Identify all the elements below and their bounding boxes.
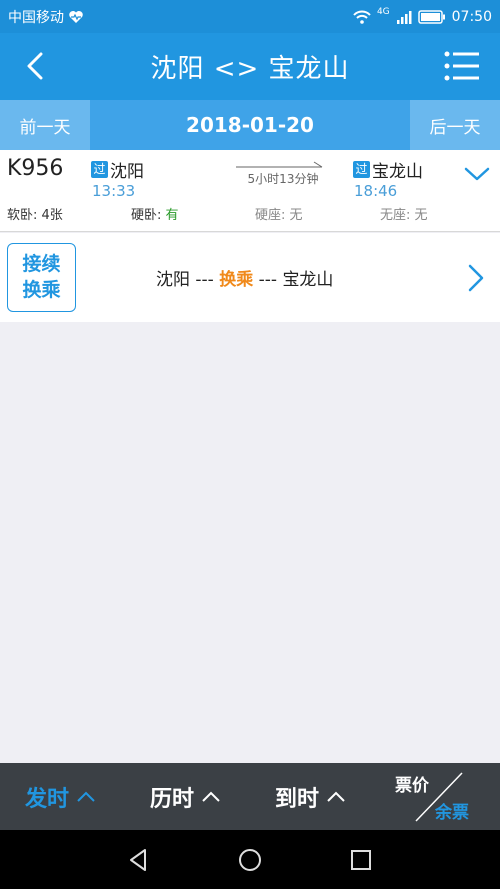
- status-right: 4G 07:50: [353, 6, 492, 25]
- android-nav-bar: [0, 830, 500, 889]
- seat-hard-sleeper: 硬卧: 有: [131, 204, 179, 223]
- train-number: K956: [7, 156, 64, 181]
- route-arrow-icon: [236, 161, 323, 168]
- list-menu-icon: [444, 51, 479, 81]
- transfer-option-row[interactable]: 接续 换乘 沈阳 --- 换乘 --- 宝龙山: [0, 233, 500, 322]
- seat-value: 无: [414, 208, 428, 223]
- sort-duration-label: 历时: [150, 786, 195, 812]
- next-day-button[interactable]: 后一天: [410, 100, 500, 150]
- transfer-badge-line1: 接续: [22, 253, 61, 275]
- price-remaining-toggle[interactable]: 票价 余票: [392, 771, 487, 825]
- trip-duration: 5小时13分钟: [247, 172, 319, 186]
- sort-arrive-button[interactable]: 到时: [275, 763, 345, 830]
- transfer-badge: 接续 换乘: [7, 243, 76, 312]
- nav-bar: 沈阳 <> 宝龙山: [0, 33, 500, 100]
- chevron-up-icon: [327, 791, 345, 802]
- transfer-sep: ---: [253, 270, 283, 290]
- signal-icon: [396, 10, 412, 24]
- to-station-name: 宝龙山: [372, 162, 423, 182]
- transfer-to: 宝龙山: [282, 270, 334, 290]
- page-title: 沈阳 <> 宝龙山: [150, 54, 350, 84]
- status-bar: 中国移动 4G 07:50: [0, 0, 500, 33]
- transfer-from: 沈阳: [156, 270, 190, 290]
- seat-value: 有: [165, 208, 179, 223]
- sort-bar: 发时 历时 到时 票价 余票: [0, 763, 500, 830]
- network-type: 4G: [376, 6, 390, 17]
- seat-soft-sleeper: 软卧: 4张: [7, 204, 63, 223]
- date-bar: 前一天 2018-01-20 后一天: [0, 100, 500, 150]
- arrive-time: 18:46: [354, 182, 398, 200]
- back-button[interactable]: [18, 49, 52, 83]
- transfer-middle: 换乘: [219, 270, 254, 290]
- seat-hard-seat: 硬座: 无: [255, 204, 303, 223]
- battery-icon: [417, 9, 445, 24]
- wifi-icon: [353, 10, 371, 24]
- pass-badge: 过: [91, 161, 108, 178]
- sort-depart-label: 发时: [25, 786, 70, 812]
- from-station-name: 沈阳: [110, 162, 144, 182]
- back-arrow-icon: [27, 52, 43, 80]
- seat-value: 无: [289, 208, 303, 223]
- current-date[interactable]: 2018-01-20: [90, 113, 410, 137]
- chevron-up-icon: [202, 791, 220, 802]
- chevron-right-icon: [468, 264, 484, 292]
- seat-label: 硬卧:: [131, 208, 166, 223]
- depart-time: 13:33: [92, 182, 136, 200]
- heart-icon: [69, 10, 83, 23]
- to-station: 过 宝龙山: [353, 157, 423, 182]
- carrier-name: 中国移动: [8, 9, 64, 26]
- sort-depart-button[interactable]: 发时: [25, 763, 95, 830]
- seat-no-seat: 无座: 无: [380, 204, 428, 223]
- transfer-route: 沈阳 --- 换乘 --- 宝龙山: [156, 265, 333, 290]
- transfer-sep: ---: [190, 270, 220, 290]
- home-circle-icon[interactable]: [236, 846, 264, 874]
- menu-button[interactable]: [444, 50, 480, 82]
- expand-chevron-icon[interactable]: [464, 164, 490, 184]
- status-time: 07:50: [451, 8, 492, 25]
- sort-duration-button[interactable]: 历时: [150, 763, 220, 830]
- recents-square-icon[interactable]: [347, 846, 375, 874]
- seat-label: 无座:: [380, 208, 415, 223]
- seat-label: 软卧:: [7, 208, 42, 223]
- train-result-card[interactable]: K956 过 沈阳 13:33 5小时13分钟 过 宝龙山 18:46 软卧: …: [0, 150, 500, 232]
- transfer-badge-line2: 换乘: [22, 279, 61, 301]
- pass-badge: 过: [353, 161, 370, 178]
- sort-arrive-label: 到时: [275, 786, 320, 812]
- seat-value: 4张: [41, 208, 63, 223]
- chevron-up-icon: [77, 791, 95, 802]
- remaining-label: 余票: [435, 803, 469, 823]
- carrier-group: 中国移动: [8, 7, 84, 27]
- from-station: 过 沈阳: [91, 157, 144, 182]
- back-triangle-icon[interactable]: [125, 846, 153, 874]
- seat-label: 硬座:: [255, 208, 290, 223]
- prev-day-button[interactable]: 前一天: [0, 100, 90, 150]
